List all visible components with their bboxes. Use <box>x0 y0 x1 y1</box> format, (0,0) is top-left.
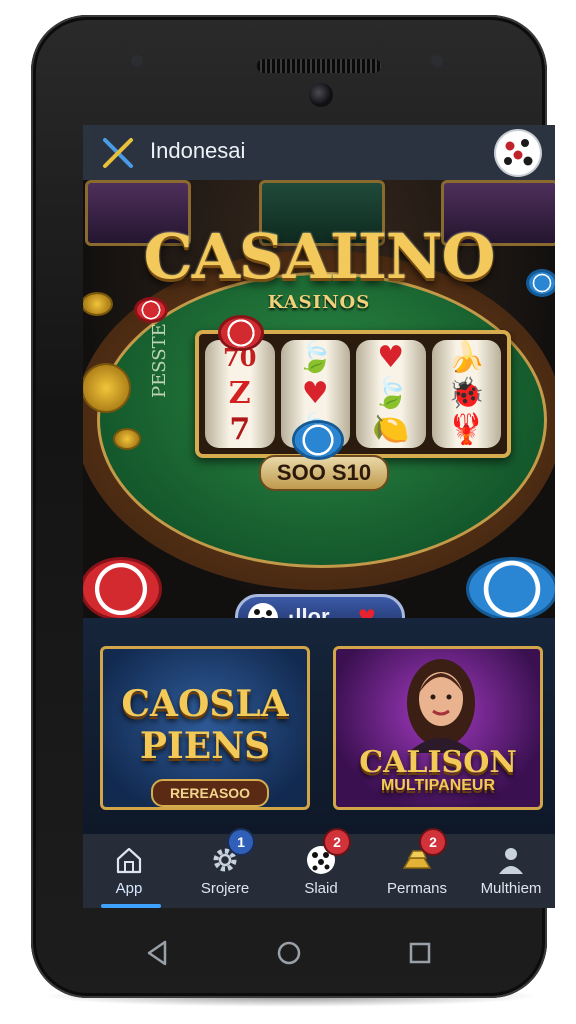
promo-title: CALISON <box>359 745 517 780</box>
reel-symbol: 🍃 <box>372 376 410 411</box>
light-sensor <box>431 55 443 67</box>
reel: ♥ 🍃 🍋 <box>356 340 426 448</box>
bet-amount-display: SOO S10 <box>259 455 389 491</box>
app-title: Indonesai <box>150 138 246 163</box>
casino-chip <box>137 300 165 320</box>
app-header: Indonesai <box>83 125 555 180</box>
promo-card-calison[interactable]: CALISON MULTIPANEUR <box>333 646 543 810</box>
phone-frame: Indonesai CASAIINO KASINOS PESSTE 70 Z 7… <box>31 15 555 998</box>
casino-chip <box>469 560 555 618</box>
brand-title: CASAIINO <box>143 220 495 293</box>
nav-item-permans[interactable]: 2 Permans <box>377 830 457 908</box>
reel-symbol: 🍃 <box>296 340 334 375</box>
promo-section: CAOSLA PIENS REREASOO CALISON MULTIPANEU… <box>83 618 555 834</box>
nav-label: Permans <box>386 880 448 897</box>
play-button-label: ·llor <box>288 604 330 618</box>
play-button[interactable]: ·llor ♥ <box>235 594 405 618</box>
hero-banner[interactable]: CASAIINO KASINOS PESSTE 70 Z 7 🍃 ♥ 🍃 ♥ 🍃… <box>83 180 555 618</box>
system-nav-bar <box>31 908 547 998</box>
reel-symbol: 🦞 <box>447 412 485 447</box>
casino-chip <box>529 272 555 294</box>
host-portrait <box>407 659 475 753</box>
person-icon <box>499 848 523 874</box>
dice-icon <box>248 603 278 618</box>
reel-symbol: Z <box>228 376 251 411</box>
felt-text: PESSTE <box>149 323 170 398</box>
notification-badge: 1 <box>229 830 253 854</box>
nav-item-srojere[interactable]: 1 Srojere <box>185 830 265 908</box>
nav-label: App <box>115 880 143 897</box>
promo-badge: REREASOO <box>151 779 269 807</box>
reel-symbol: ♥ <box>301 376 329 411</box>
nav-label: Srojere <box>200 880 250 897</box>
nav-label: Multhiem <box>480 880 542 897</box>
back-triangle-icon[interactable] <box>143 938 173 968</box>
reel: 70 Z 7 <box>205 340 275 448</box>
nav-item-multhiem[interactable]: Multhiem <box>471 834 551 908</box>
close-x-icon[interactable] <box>101 137 135 169</box>
promo-title-line2: PIENS <box>139 725 271 767</box>
casino-chip <box>83 560 159 618</box>
notification-badge: 2 <box>421 830 445 854</box>
house-icon <box>116 847 142 874</box>
heart-icon: ♥ <box>358 600 376 619</box>
front-camera <box>309 83 333 107</box>
casino-chip <box>221 318 261 348</box>
home-circle-icon[interactable] <box>274 938 304 968</box>
casino-chip <box>83 365 129 411</box>
app-screen: Indonesai CASAIINO KASINOS PESSTE 70 Z 7… <box>83 125 555 908</box>
reel-symbol: 7 <box>229 412 251 447</box>
reel-symbol: 🍌 <box>447 340 485 375</box>
promo-subtitle: MULTIPANEUR <box>380 777 496 794</box>
casino-chip <box>295 423 341 457</box>
reel-symbol: 🍋 <box>372 412 410 447</box>
nav-item-app[interactable]: App <box>89 834 169 908</box>
earpiece-speaker <box>257 59 381 73</box>
promo-title-line1: CAOSLA <box>121 683 289 725</box>
proximity-sensor <box>131 55 143 67</box>
bottom-nav: App 1 Srojere 2 Slaid 2 Permans Multhiem <box>83 830 555 908</box>
reel: 🍌 🐞 🦞 <box>431 340 501 448</box>
reel-symbol: 🐞 <box>447 376 485 411</box>
dice-avatar-icon[interactable] <box>496 131 540 175</box>
reel-symbol: ♥ <box>377 340 405 375</box>
nav-label: Slaid <box>304 880 338 897</box>
slot-reels[interactable]: 70 Z 7 🍃 ♥ 🍃 ♥ 🍃 🍋 🍌 🐞 🦞 <box>195 330 511 458</box>
nav-item-slaid[interactable]: 2 Slaid <box>281 830 361 908</box>
promo-card-caosla[interactable]: CAOSLA PIENS REREASOO <box>100 646 310 810</box>
notification-badge: 2 <box>325 830 349 854</box>
recents-square-icon[interactable] <box>405 938 435 968</box>
casino-chip <box>115 430 139 448</box>
casino-chip <box>83 294 111 314</box>
